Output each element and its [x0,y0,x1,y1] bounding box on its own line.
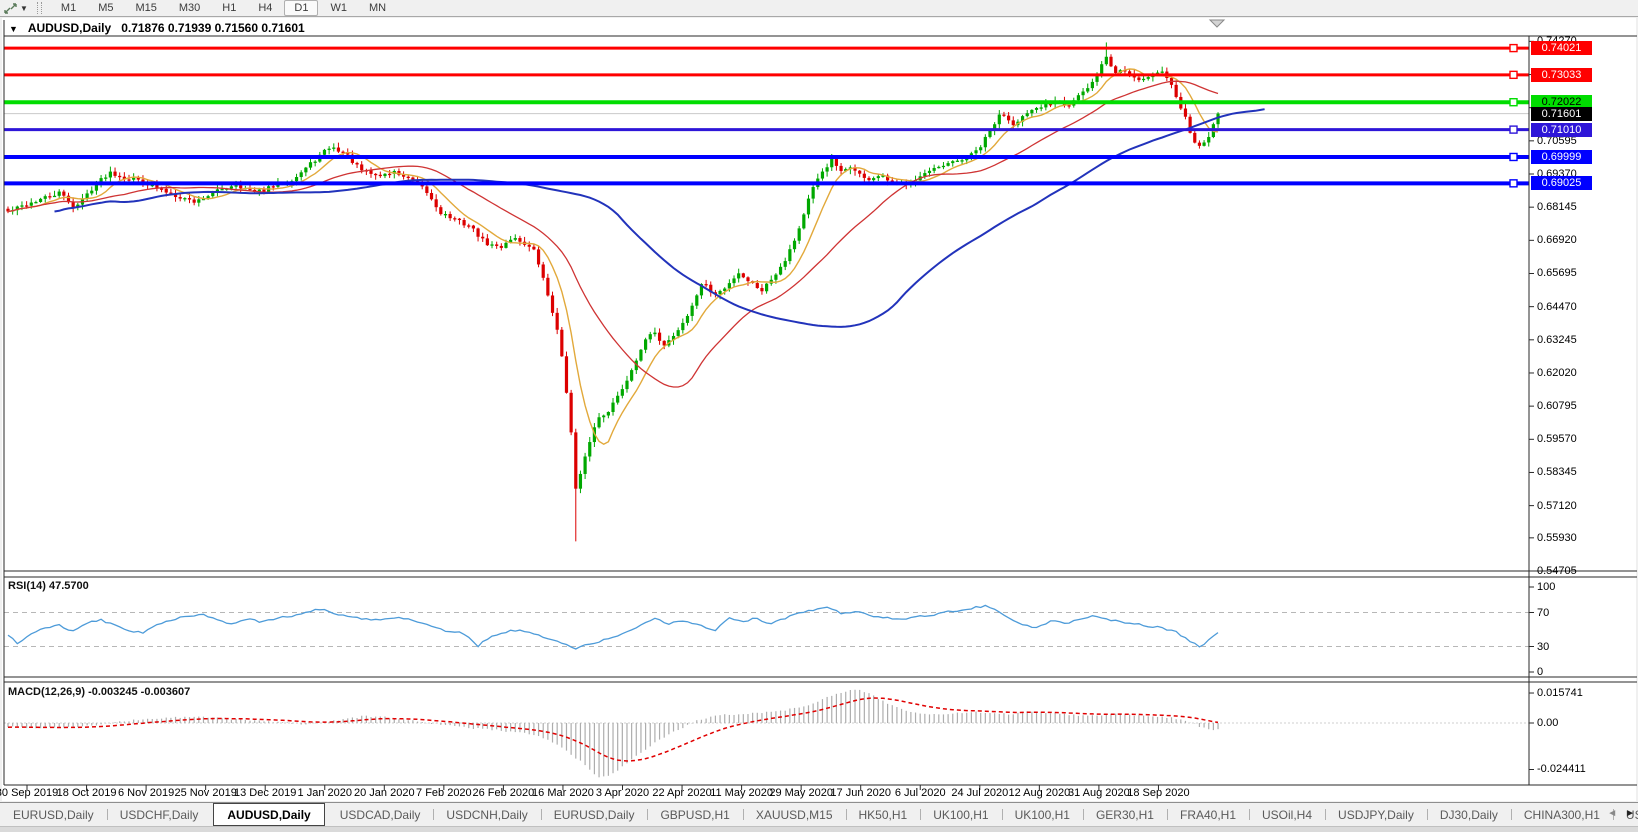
x-axis-date-label: 18 Oct 2019 [57,787,117,799]
price-level-label-0.73033: 0.73033 [1531,68,1592,82]
chart-tab-HK50-H1[interactable]: HK50,H1 [846,803,921,826]
line-handle-marker[interactable] [1510,71,1517,78]
x-axis-date-label: 16 Mar 2020 [532,787,594,799]
ohlc-values: 0.71876 0.71939 0.71560 0.71601 [121,21,305,35]
macd-scale-label: -0.024411 [1537,763,1586,775]
x-axis-date-label: 31 Aug 2020 [1068,787,1130,799]
chart-window-background [2,18,1636,801]
chart-ohlc-header: ▼ AUDUSD,Daily 0.71876 0.71939 0.71560 0… [9,21,305,35]
macd-indicator-label: MACD(12,26,9) -0.003245 -0.003607 [8,686,190,698]
line-handle-marker[interactable] [1510,153,1517,160]
y-axis-tick-label: 0.58345 [1537,466,1577,478]
chart-tab-GER30-H1[interactable]: GER30,H1 [1083,803,1167,826]
x-axis-date-label: 3 Apr 2020 [596,787,649,799]
x-axis-date-label: 29 May 2020 [769,787,833,799]
symbol-dropdown-icon[interactable]: ▼ [9,24,18,34]
y-axis-tick-label: 0.57120 [1537,500,1577,512]
chart-tab-DJ30-Daily[interactable]: DJ30,Daily [1427,803,1511,826]
y-axis-tick-label: 0.55930 [1537,532,1577,544]
x-axis-date-label: 20 Jan 2020 [354,787,415,799]
x-axis-date-label: 13 Dec 2019 [234,787,296,799]
x-axis-date-label: 17 Jun 2020 [830,787,891,799]
y-axis-tick-label: 0.70595 [1537,135,1577,147]
chart-tab-EURUSD-Daily[interactable]: EURUSD,Daily [0,803,107,826]
y-axis-tick-label: 0.64470 [1537,301,1577,313]
chart-tab-GBPUSD-H1[interactable]: GBPUSD,H1 [647,803,742,826]
macd-scale-label: 0.00 [1537,717,1558,729]
y-axis-tick-label: 0.59570 [1537,433,1577,445]
x-axis-date-label: 26 Feb 2020 [473,787,535,799]
chart-tab-FRA40-H1[interactable]: FRA40,H1 [1167,803,1249,826]
y-axis-tick-label: 0.66920 [1537,234,1577,246]
y-axis-tick-label: 0.68145 [1537,201,1577,213]
window-bottom-edge [0,826,1638,832]
y-axis-tick-label: 0.54705 [1537,565,1577,577]
x-axis-date-label: 7 Feb 2020 [416,787,472,799]
x-axis-date-label: 12 Aug 2020 [1008,787,1070,799]
y-axis-tick-label: 0.60795 [1537,400,1577,412]
x-axis-date-label: 6 Nov 2019 [118,787,174,799]
current-price-label: 0.71601 [1531,107,1592,121]
line-handle-marker[interactable] [1510,180,1517,187]
x-axis-date-label: 25 Nov 2019 [174,787,236,799]
y-axis-tick-label: 0.62020 [1537,367,1577,379]
chart-tab-USDCHF-Daily[interactable]: USDCHF,Daily [107,803,212,826]
tab-scroll-buttons: ◄ ► [1607,806,1635,822]
x-axis-date-label: 6 Jul 2020 [895,787,946,799]
chart-tab-UK100-H1[interactable]: UK100,H1 [1002,803,1083,826]
chart-tab-USDJPY-Daily[interactable]: USDJPY,Daily [1325,803,1427,826]
rsi-scale-label: 100 [1537,581,1555,593]
y-axis-tick-label: 0.65695 [1537,267,1577,279]
rsi-scale-label: 30 [1537,641,1549,653]
rsi-scale-label: 0 [1537,666,1543,678]
symbol-label: AUDUSD,Daily [28,21,111,35]
x-axis-date-label: 30 Sep 2019 [0,787,58,799]
x-axis-date-label: 22 Apr 2020 [652,787,711,799]
chart-tab-XAUUSD-M15[interactable]: XAUUSD,M15 [743,803,846,826]
chart-tab-AUDUSD-Daily[interactable]: AUDUSD,Daily [213,803,324,826]
price-level-label-0.71010: 0.71010 [1531,123,1592,137]
chart-tab-bar: EURUSD,DailyUSDCHF,DailyAUDUSD,DailyUSDC… [0,802,1638,826]
tab-scroll-left-button[interactable]: ◄ [1607,806,1617,822]
x-axis-date-label: 24 Jul 2020 [951,787,1008,799]
price-level-label-0.74021: 0.74021 [1531,41,1592,55]
price-level-label-0.69025: 0.69025 [1531,176,1592,190]
macd-scale-label: 0.015741 [1537,687,1583,699]
chart-tab-USOil-H4[interactable]: USOil,H4 [1249,803,1325,826]
line-handle-marker[interactable] [1510,99,1517,106]
chart-tab-USDCAD-Daily[interactable]: USDCAD,Daily [327,803,434,826]
line-handle-marker[interactable] [1510,45,1517,52]
chart-tab-UK100-H1[interactable]: UK100,H1 [920,803,1001,826]
chart-tab-EURUSD-Daily[interactable]: EURUSD,Daily [541,803,648,826]
terminal-window: ▼ M1M5M15M30H1H4D1W1MN ▼ AUDUSD,Daily 0.… [0,0,1638,832]
price-level-label-0.69999: 0.69999 [1531,150,1592,164]
x-axis-date-label: 1 Jan 2020 [298,787,352,799]
x-axis-date-label: 11 May 2020 [710,787,773,799]
tab-scroll-right-button[interactable]: ► [1625,806,1635,822]
y-axis-tick-label: 0.63245 [1537,334,1577,346]
line-handle-marker[interactable] [1510,126,1517,133]
chart-tab-USDCNH-Daily[interactable]: USDCNH,Daily [433,803,540,826]
rsi-indicator-label: RSI(14) 47.5700 [8,580,89,592]
x-axis-date-label: 18 Sep 2020 [1127,787,1189,799]
chart-tab-CHINA300-H1[interactable]: CHINA300,H1 [1511,803,1613,826]
chart-canvas [0,0,1638,832]
rsi-scale-label: 70 [1537,607,1549,619]
